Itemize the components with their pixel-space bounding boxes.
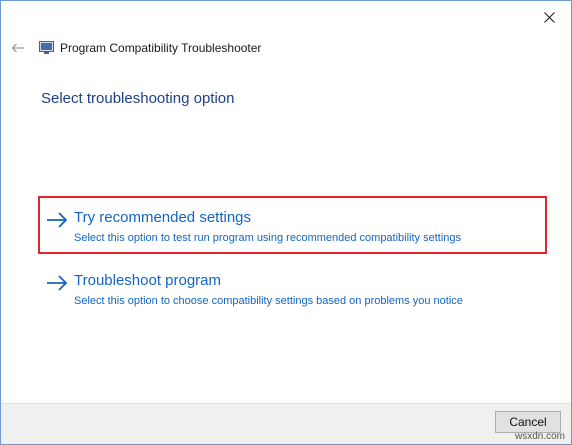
option-try-recommended-settings[interactable]: Try recommended settings Select this opt… xyxy=(45,209,540,249)
back-button[interactable] xyxy=(7,37,29,59)
option-title: Try recommended settings xyxy=(74,209,252,226)
arrow-right-icon xyxy=(47,275,68,291)
close-button[interactable] xyxy=(531,3,567,31)
option-troubleshoot-program[interactable]: Troubleshoot program Select this option … xyxy=(45,272,540,312)
watermark: wsxdn.com xyxy=(514,431,565,442)
footer-bar: Cancel wsxdn.com xyxy=(1,403,571,444)
option-description: Select this option to test run program u… xyxy=(74,232,462,244)
page-title: Select troubleshooting option xyxy=(41,90,235,107)
option-title: Troubleshoot program xyxy=(74,272,222,289)
window-title: Program Compatibility Troubleshooter xyxy=(60,41,262,55)
back-arrow-icon xyxy=(11,43,24,53)
option-description: Select this option to choose compatibili… xyxy=(74,295,463,307)
arrow-right-icon xyxy=(47,212,68,228)
troubleshooter-icon xyxy=(39,41,54,54)
cancel-button[interactable]: Cancel xyxy=(495,411,561,433)
troubleshooter-window: Program Compatibility Troubleshooter Sel… xyxy=(0,0,572,445)
close-icon xyxy=(543,11,555,23)
